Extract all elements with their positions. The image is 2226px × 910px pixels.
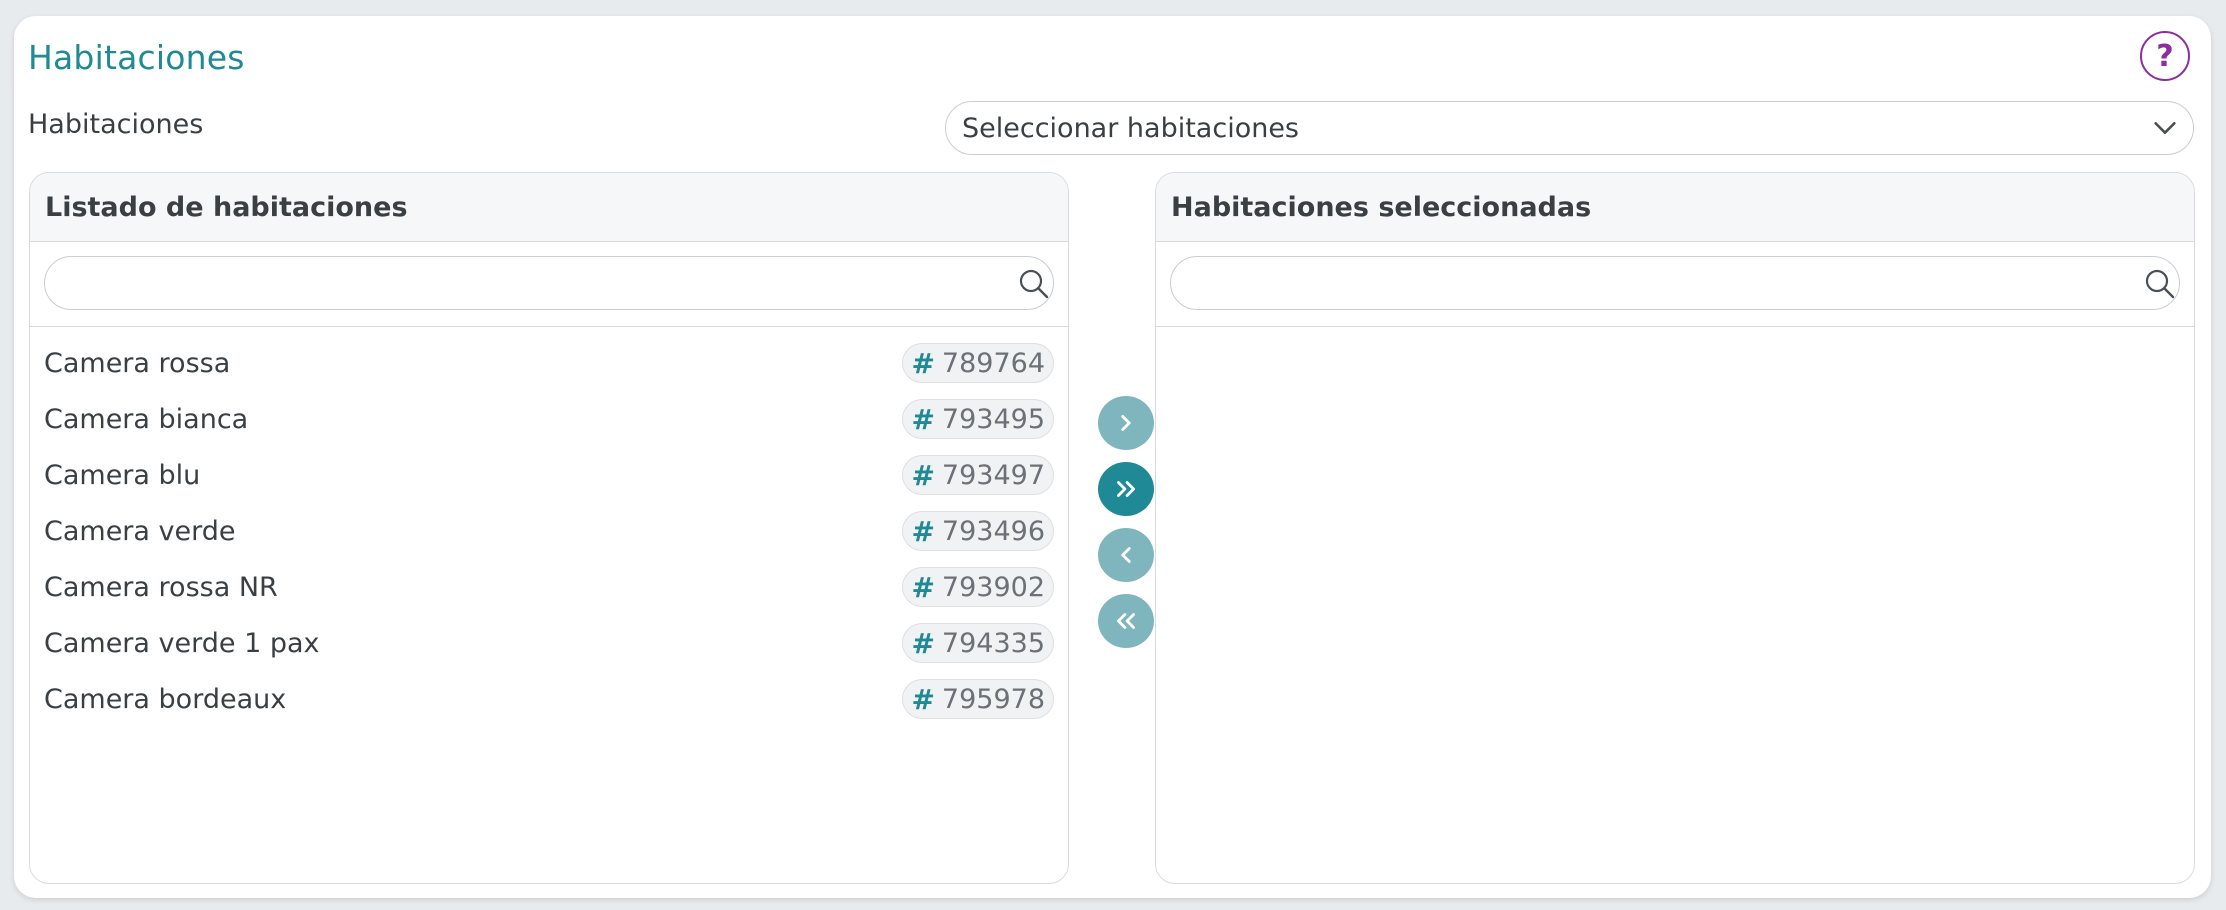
list-item[interactable]: Camera verde 1 pax #794335 [30,615,1068,671]
move-all-right-button[interactable] [1098,462,1154,516]
room-name: Camera verde 1 pax [44,627,320,659]
page-title: Habitaciones [28,38,245,77]
room-code-badge: #789764 [902,343,1054,383]
room-code-badge: #795978 [902,679,1054,719]
available-rooms-panel: Listado de habitaciones Camera rossa #78… [29,172,1069,884]
available-rooms-search-input[interactable] [44,256,1054,310]
list-item[interactable]: Camera rossa NR #793902 [30,559,1068,615]
room-name: Camera rossa NR [44,571,278,603]
room-code: 793497 [941,459,1045,491]
selected-rooms-search-wrap [1156,242,2194,327]
double-chevron-right-icon [1117,481,1135,497]
list-item[interactable]: Camera blu #793497 [30,447,1068,503]
hash-icon: # [911,458,935,492]
room-code-badge: #793495 [902,399,1054,439]
hash-icon: # [911,626,935,660]
room-name: Camera verde [44,515,236,547]
move-selected-right-button[interactable] [1098,396,1154,450]
selected-rooms-search-input[interactable] [1170,256,2180,310]
help-button[interactable]: ? [2140,31,2190,81]
rooms-select[interactable]: Seleccionar habitaciones [945,101,2194,155]
room-code: 794335 [941,627,1045,659]
move-selected-left-button[interactable] [1098,528,1154,582]
room-code: 793495 [941,403,1045,435]
available-rooms-list: Camera rossa #789764 Camera bianca #7934… [30,327,1068,727]
available-rooms-title: Listado de habitaciones [30,173,1068,242]
list-item[interactable]: Camera bianca #793495 [30,391,1068,447]
room-name: Camera bianca [44,403,249,435]
room-code: 793902 [941,571,1045,603]
hash-icon: # [911,682,935,716]
help-icon: ? [2156,38,2174,74]
room-code: 795978 [941,683,1045,715]
search-icon[interactable] [2144,268,2176,300]
search-icon[interactable] [1018,268,1050,300]
room-code-badge: #793497 [902,455,1054,495]
room-code-badge: #794335 [902,623,1054,663]
room-name: Camera blu [44,459,201,491]
list-item[interactable]: Camera rossa #789764 [30,335,1068,391]
selected-rooms-list [1156,327,2194,335]
hash-icon: # [911,402,935,436]
hash-icon: # [911,570,935,604]
available-rooms-search-wrap [30,242,1068,327]
chevron-right-icon [1121,415,1131,431]
room-code: 789764 [941,347,1045,379]
hash-icon: # [911,346,935,380]
rooms-card: Habitaciones ? Habitaciones Seleccionar … [14,16,2211,898]
room-name: Camera bordeaux [44,683,287,715]
rooms-select-value: Seleccionar habitaciones [962,112,1299,144]
room-code-badge: #793902 [902,567,1054,607]
move-all-left-button[interactable] [1098,594,1154,648]
room-code: 793496 [941,515,1045,547]
hash-icon: # [911,514,935,548]
list-item[interactable]: Camera verde #793496 [30,503,1068,559]
rooms-field-label: Habitaciones [28,109,204,140]
room-code-badge: #793496 [902,511,1054,551]
chevron-down-icon [2154,122,2176,134]
selected-rooms-panel: Habitaciones seleccionadas [1155,172,2195,884]
list-item[interactable]: Camera bordeaux #795978 [30,671,1068,727]
room-name: Camera rossa [44,347,231,379]
selected-rooms-title: Habitaciones seleccionadas [1156,173,2194,242]
chevron-left-icon [1121,547,1131,563]
double-chevron-left-icon [1117,613,1135,629]
